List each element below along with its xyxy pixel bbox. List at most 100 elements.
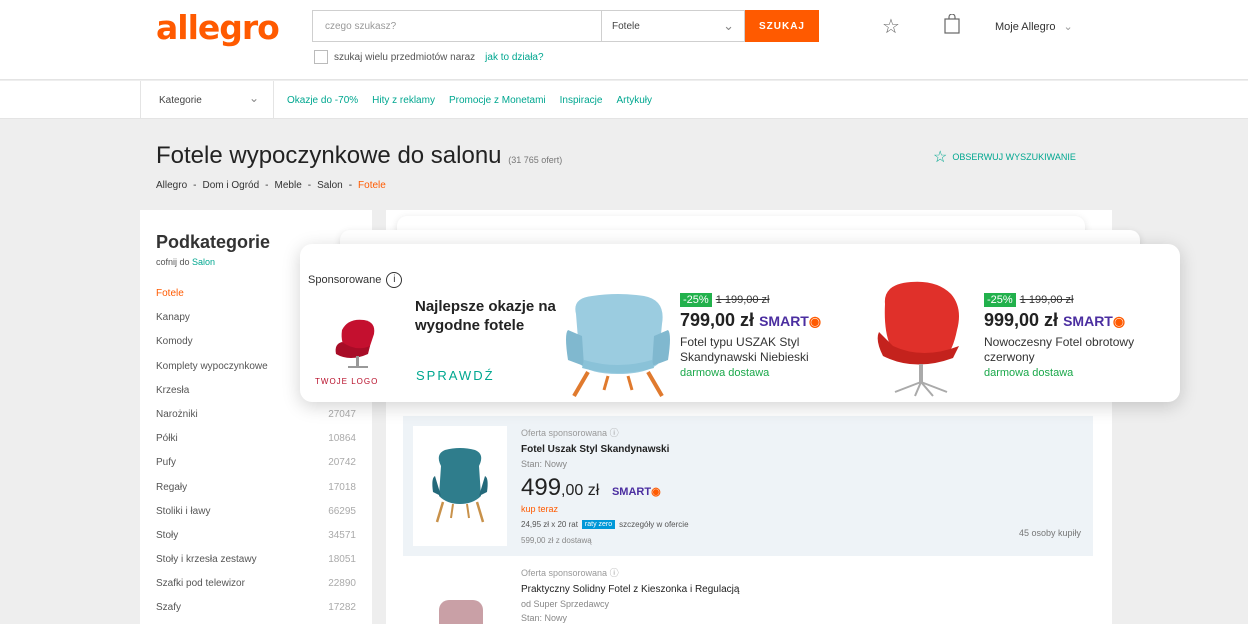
info-icon[interactable]: ⓘ [610, 568, 619, 578]
product-image-red-chair[interactable] [875, 280, 969, 398]
subcategory-count: 22890 [328, 578, 356, 590]
header: allegro czego szukasz? Fotele ⌄ SZUKAJ s… [0, 0, 1248, 80]
nav-link-promocje[interactable]: Promocje z Monetami [449, 95, 546, 106]
offer-image[interactable] [413, 426, 507, 546]
nav-link-artykuly[interactable]: Artykuły [616, 95, 652, 106]
categories-dropdown[interactable]: Kategorie ⌄ [140, 81, 274, 119]
observe-search-label: OBSERWUJ WYSZUKIWANIE [952, 152, 1076, 162]
brand-logo[interactable] [320, 312, 396, 382]
subcategory-item[interactable]: Półki 10864 [156, 433, 356, 457]
subcategory-count: 18051 [328, 554, 356, 566]
subcategory-name: Stoły i krzesła zestawy [156, 554, 257, 566]
offer-title[interactable]: Praktyczny Solidny Fotel z Kieszonka i R… [521, 584, 739, 595]
cart-icon[interactable] [944, 13, 960, 40]
category-select[interactable]: Fotele ⌄ [601, 10, 745, 42]
sidebar-back-prefix: cofnij do [156, 257, 190, 267]
subcategory-item[interactable]: Stoły 34571 [156, 530, 356, 554]
sidebar-back-link[interactable]: Salon [192, 257, 215, 267]
multi-search-option: szukaj wielu przedmiotów naraz jak to dz… [314, 50, 544, 64]
breadcrumb-separator: - [307, 180, 312, 191]
breadcrumb-item[interactable]: Allegro [156, 180, 187, 191]
smart-label: SMART [611, 486, 652, 498]
offer-title[interactable]: Fotel Uszak Styl Skandynawski [521, 444, 669, 455]
banner-product-card[interactable]: -25% 1 199,00 zł 799,00 zł SMART◉ Fotel t… [680, 290, 850, 379]
multi-search-help-link[interactable]: jak to działa? [485, 52, 543, 63]
multi-search-checkbox[interactable] [314, 50, 328, 64]
smart-badge: SMART◉ [1063, 313, 1125, 329]
discount-badge: -25% [680, 293, 712, 307]
offer-condition: Stan: Nowy [521, 613, 568, 623]
subcategory-item[interactable]: Szafki pod telewizor 22890 [156, 578, 356, 602]
breadcrumb-item[interactable]: Meble [275, 180, 302, 191]
allegro-logo[interactable]: allegro [156, 8, 280, 47]
subcategory-count: 10864 [328, 433, 356, 445]
banner-headline: Najlepsze okazje na wygodne fotele [415, 298, 556, 334]
subcategory-name: Szafy [156, 602, 182, 614]
old-price: 1 199,00 zł [1019, 294, 1074, 306]
nav-link-hity[interactable]: Hity z reklamy [372, 95, 435, 106]
sponsored-label: Sponsorowane i [308, 272, 403, 288]
offer-card[interactable]: Oferta sponsorowana ⓘ Fotel Uszak Styl S… [403, 416, 1093, 556]
star-icon[interactable]: ☆ [882, 14, 900, 39]
info-icon[interactable]: i [386, 272, 403, 288]
sponsored-offer-text: Oferta sponsorowana [521, 568, 608, 578]
offer-price: 499,00 zł SMART◉ [521, 474, 661, 502]
chevron-down-icon: ⌄ [248, 91, 259, 105]
subcategory-item[interactable]: Pufy 20742 [156, 457, 356, 481]
product-price-value: 999,00 zł [984, 310, 1059, 330]
product-price: 799,00 zł SMART◉ [680, 310, 850, 331]
smart-label: SMART [759, 313, 809, 329]
offer-card[interactable]: Oferta sponsorowana ⓘ Praktyczny Solidny… [403, 558, 1093, 624]
nav-link-okazje[interactable]: Okazje do -70% [287, 95, 358, 106]
account-label: Moje Allegro [995, 21, 1056, 33]
subcategory-item[interactable]: Narożniki 27047 [156, 409, 356, 433]
free-shipping-label: darmowa dostawa [984, 367, 1074, 379]
subcategory-item[interactable]: Szafy 17282 [156, 602, 356, 624]
brand-logo-text: TWOJE LOGO [315, 377, 379, 386]
search-button[interactable]: SZUKAJ [745, 10, 819, 42]
installment-amount: 24,95 zł x 20 rat [521, 520, 578, 529]
smart-label: SMART [1063, 313, 1113, 329]
smart-badge: SMART◉ [612, 486, 661, 498]
nav-links: Okazje do -70% Hity z reklamy Promocje z… [287, 95, 652, 106]
page-title-text: Fotele wypoczynkowe do salonu [156, 142, 502, 169]
offer-image[interactable] [433, 596, 489, 624]
sponsored-banner[interactable]: Sponsorowane i TWOJE LOGO Najlepsze okaz… [300, 244, 1180, 402]
subcategory-count: 17282 [328, 602, 356, 614]
subcategory-name: Komody [156, 336, 193, 348]
product-name: Fotel typu USZAK Styl Skandynawski Niebi… [680, 335, 809, 364]
subcategory-count: 27047 [328, 408, 356, 420]
subcategory-item[interactable]: Stoły i krzesła zestawy 18051 [156, 554, 356, 578]
product-price: 999,00 zł SMART◉ [984, 310, 1154, 331]
observe-search-button[interactable]: ☆ OBSERWUJ WYSZUKIWANIE [933, 147, 1076, 167]
offer-seller: od Super Sprzedawcy [521, 599, 610, 609]
info-icon[interactable]: ⓘ [610, 428, 619, 438]
subcategory-name: Krzesła [156, 384, 190, 396]
sponsored-offer-text: Oferta sponsorowana [521, 428, 608, 438]
main-nav: Kategorie ⌄ Okazje do -70% Hity z reklam… [0, 81, 1248, 119]
subcategory-name: Szafki pod telewizor [156, 578, 245, 590]
nav-link-inspiracje[interactable]: Inspiracje [560, 95, 603, 106]
search-input[interactable]: czego szukasz? [312, 10, 602, 42]
total-with-shipping: 599,00 zł z dostawą [521, 536, 592, 545]
breadcrumb-item[interactable]: Dom i Ogród [202, 180, 259, 191]
old-price: 1 199,00 zł [715, 294, 770, 306]
subcategory-item[interactable]: Regały 17018 [156, 482, 356, 506]
breadcrumb-separator: - [265, 180, 269, 191]
banner-product-card[interactable]: -25% 1 199,00 zł 999,00 zł SMART◉ Nowocze… [984, 290, 1154, 379]
banner-cta-button[interactable]: SPRAWDŹ [416, 368, 495, 383]
subcategory-name: Pufy [156, 457, 177, 469]
raty-zero-badge: raty zero [581, 520, 616, 529]
bought-count: 45 osoby kupiły [1018, 528, 1081, 538]
account-menu[interactable]: Moje Allegro ⌄ [995, 20, 1073, 33]
discount-badge: -25% [984, 293, 1016, 307]
multi-search-label: szukaj wielu przedmiotów naraz [334, 51, 476, 63]
subcategory-name: Stoliki i ławy [156, 505, 211, 517]
product-image-blue-chair[interactable] [562, 284, 674, 398]
category-select-value: Fotele [612, 21, 640, 32]
subcategory-name: Półki [156, 433, 178, 445]
breadcrumb-item[interactable]: Salon [317, 180, 343, 191]
installment-details: szczegóły w ofercie [619, 520, 689, 529]
subcategory-item[interactable]: Stoliki i ławy 66295 [156, 506, 356, 530]
star-icon: ☆ [933, 149, 948, 166]
